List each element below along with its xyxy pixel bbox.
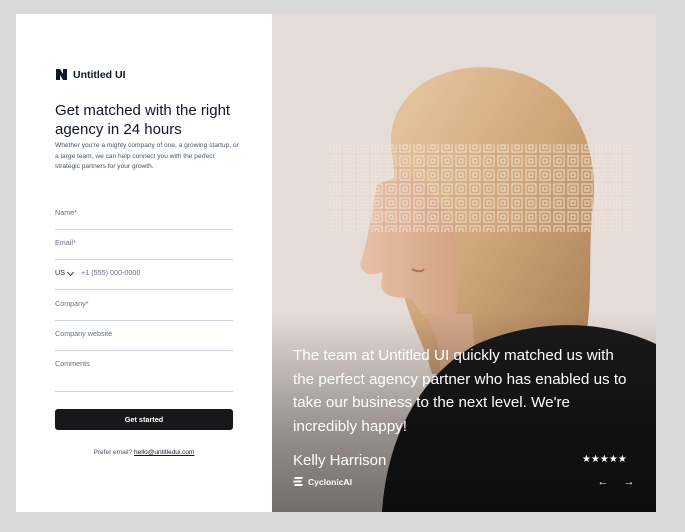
star-rating: ★★★★★ [582,454,627,465]
brand-logo[interactable]: Untitled UI [55,68,126,81]
company-name: CyclonicAI [308,476,352,487]
page-frame: Untitled UI Get matched with the right a… [16,14,656,512]
phone-field[interactable]: US +1 (555) 000-0000 [55,268,233,290]
chevron-down-icon [66,268,75,277]
email-alternative: Prefer email? hello@untitledui.com [55,449,233,456]
arrow-right-icon[interactable]: → [624,476,635,488]
website-field[interactable]: Company website [55,329,233,351]
carousel-controls: ← → [598,476,635,488]
testimonial-quote: The team at Untitled UI quickly matched … [293,347,627,435]
cyclonic-icon [293,477,303,486]
arrow-left-icon[interactable]: ← [598,476,609,488]
phone-placeholder: +1 (555) 000-0000 [81,268,141,277]
name-field[interactable]: Name* [55,208,233,230]
get-started-button[interactable]: Get started [55,409,233,430]
country-code-select[interactable]: US [55,268,76,277]
alt-prefix: Prefer email? [93,449,133,456]
testimonial-panel: The team at Untitled UI quickly matched … [272,14,656,512]
company-logo: CyclonicAI [293,476,352,487]
comments-placeholder: Comments [55,359,90,368]
logo-icon [56,69,67,80]
country-code: US [55,268,65,277]
brand-name: Untitled UI [73,68,126,81]
form-title: Get matched with the right agency in 24 … [55,102,231,138]
name-placeholder: Name* [55,208,77,217]
form-panel: Untitled UI Get matched with the right a… [16,14,272,512]
comments-field[interactable]: Comments [55,359,233,392]
form-subtitle: Whether you're a mighty company of one, … [55,142,239,170]
email-field[interactable]: Email* [55,238,233,260]
email-link[interactable]: hello@untitledui.com [134,449,194,456]
company-field[interactable]: Company* [55,299,233,321]
email-placeholder: Email* [55,238,76,247]
company-placeholder: Company* [55,299,89,308]
phone-group: US +1 (555) 000-0000 [55,268,140,277]
website-placeholder: Company website [55,329,113,338]
star-icons: ★★★★★ [582,454,627,465]
testimonial-author: Kelly Harrison [293,452,387,469]
